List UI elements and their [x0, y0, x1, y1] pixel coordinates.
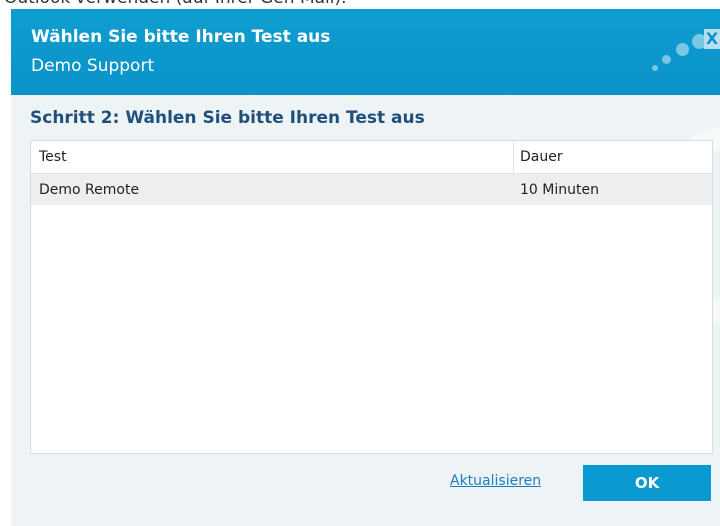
table-header: Test Dauer [31, 141, 712, 174]
column-header-duration[interactable]: Dauer [520, 149, 563, 165]
dialog-header: Wählen Sie bitte Ihren Test aus Demo Sup… [11, 9, 720, 95]
ok-button[interactable]: OK [583, 465, 711, 501]
dialog-content: Schritt 2: Wählen Sie bitte Ihren Test a… [11, 95, 720, 526]
background-page-text: Outlook verwenden (auf Ihrer Gen Mail). [4, 0, 347, 8]
close-button[interactable]: X [704, 29, 720, 49]
dialog-subtitle: Demo Support [31, 56, 155, 76]
column-separator [513, 141, 514, 173]
step-heading: Schritt 2: Wählen Sie bitte Ihren Test a… [30, 108, 425, 128]
test-name-cell: Demo Remote [39, 182, 140, 198]
column-header-test[interactable]: Test [39, 149, 67, 165]
dialog-title: Wählen Sie bitte Ihren Test aus [31, 27, 331, 47]
background-page-strip: Outlook verwenden (auf Ihrer Gen Mail). [0, 0, 720, 9]
table-row[interactable]: Demo Remote 10 Minuten [31, 174, 712, 205]
test-table: Test Dauer Demo Remote 10 Minuten [30, 140, 713, 454]
duration-cell: 10 Minuten [520, 182, 599, 198]
decorative-dots [640, 9, 720, 95]
refresh-link[interactable]: Aktualisieren [450, 473, 541, 489]
test-selection-dialog: Wählen Sie bitte Ihren Test aus Demo Sup… [11, 9, 720, 526]
